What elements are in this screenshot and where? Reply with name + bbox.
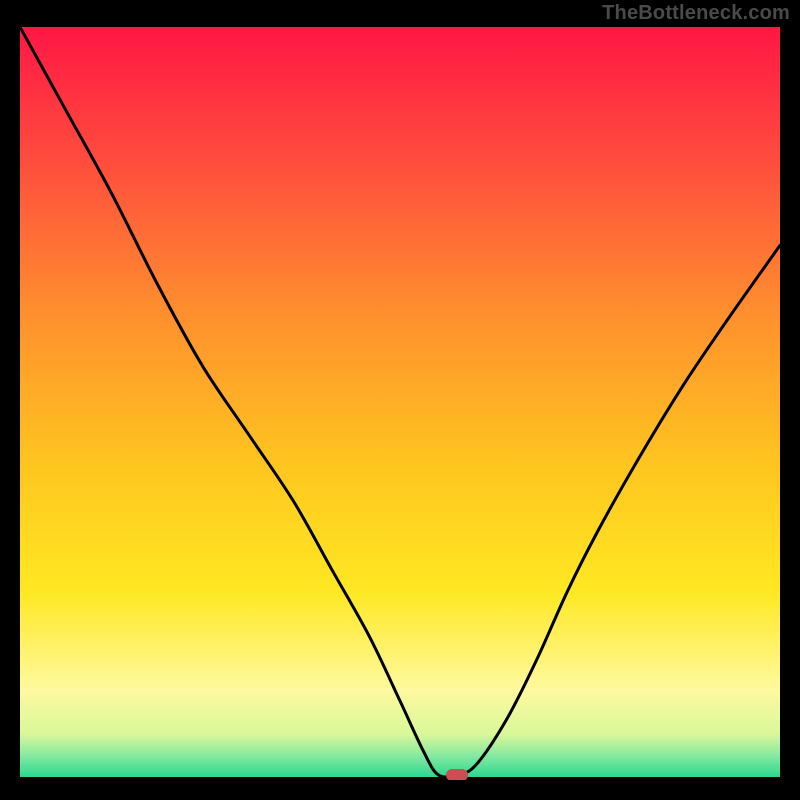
optimal-marker [446,769,468,780]
bottleneck-curve [20,27,780,780]
watermark-label: TheBottleneck.com [602,2,790,25]
plot-area [20,27,780,780]
chart-frame: TheBottleneck.com [0,0,800,800]
